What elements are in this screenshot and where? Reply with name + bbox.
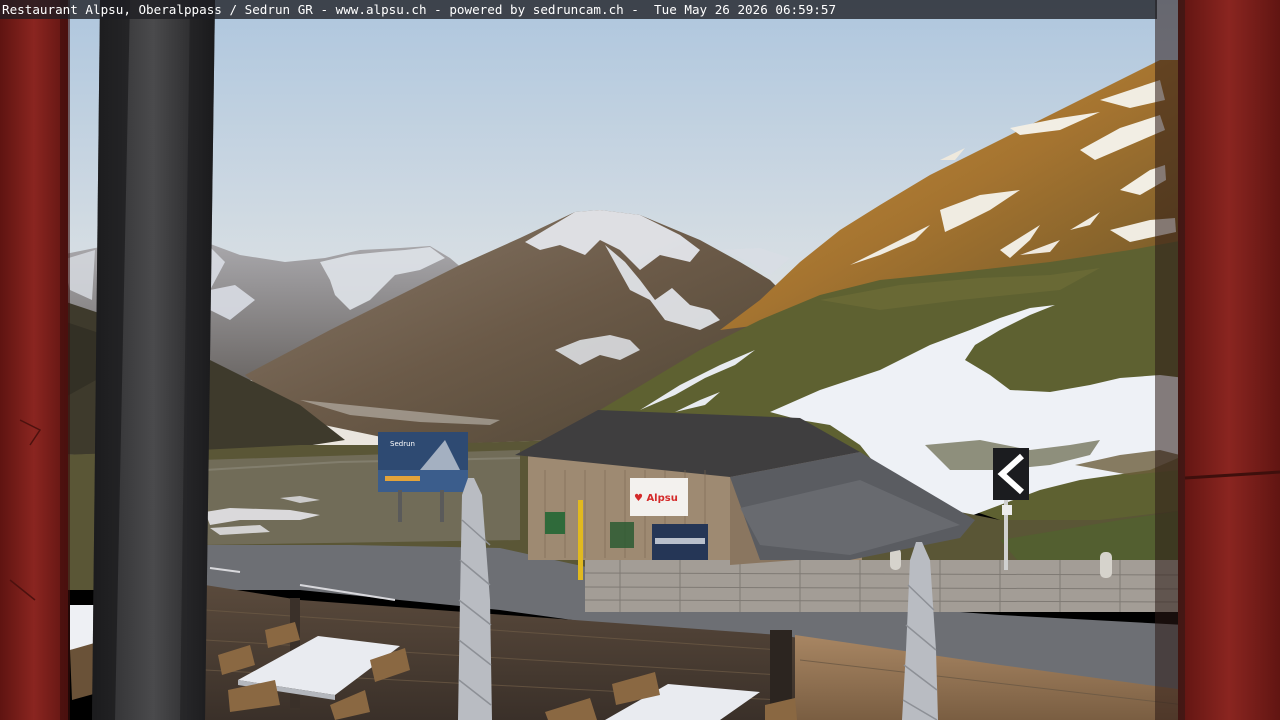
window-frame-right [1178, 0, 1280, 720]
foreground-pole [92, 0, 215, 720]
webcam-image: Sedrun ♥ Alpsu [0, 0, 1280, 720]
billboard-title: Sedrun [390, 440, 415, 448]
caption-text: Restaurant Alpsu, Oberalppass / Sedrun G… [2, 2, 837, 17]
hut-sign: ♥ Alpsu [634, 493, 678, 504]
caption-bar: Restaurant Alpsu, Oberalppass / Sedrun G… [0, 0, 1157, 19]
window-frame-left [0, 0, 68, 720]
